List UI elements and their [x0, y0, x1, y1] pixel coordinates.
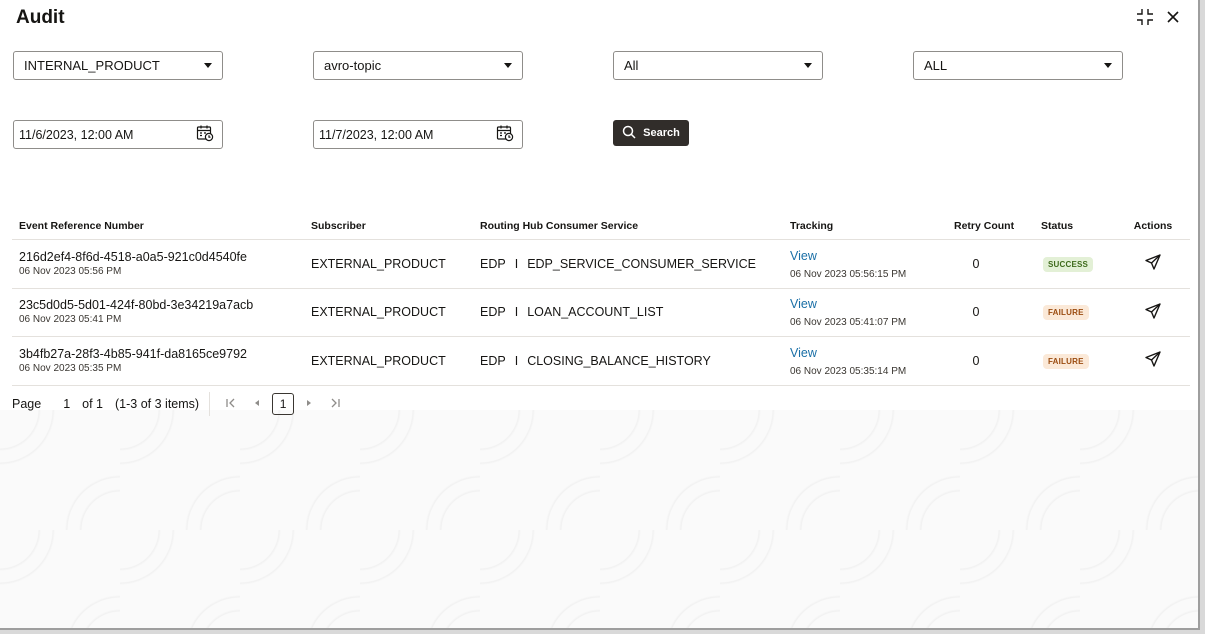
service-separator: I: [514, 353, 519, 368]
table-row[interactable]: 3b4fb27a-28f3-4b85-941f-da8165ce9792 06 …: [12, 337, 1190, 386]
header-subscriber[interactable]: Subscriber: [311, 220, 480, 232]
dialog-title: Audit: [16, 7, 65, 28]
close-icon[interactable]: [1164, 8, 1182, 26]
topic-select[interactable]: avro-topic: [313, 51, 523, 80]
search-button-label: Search: [643, 127, 680, 139]
topic-select-value: avro-topic: [324, 58, 382, 73]
pagination-divider: [209, 392, 211, 416]
page-input[interactable]: 1: [63, 397, 70, 411]
service-prefix: EDP: [480, 256, 506, 271]
filter-select-4-value: ALL: [924, 58, 948, 73]
collapse-icon[interactable]: [1136, 8, 1154, 26]
status-badge: SUCCESS: [1043, 256, 1094, 272]
event-ref: 3b4fb27a-28f3-4b85-941f-da8165ce9792: [19, 346, 247, 361]
event-ref: 216d2ef4-8f6d-4518-a0a5-921c0d4540fe: [19, 249, 247, 264]
tracking-time: 06 Nov 2023 05:41:07 PM: [790, 317, 907, 329]
background-pattern: [0, 410, 1198, 628]
tracking-view-link[interactable]: View: [790, 248, 930, 264]
header-actions: Actions: [1133, 219, 1173, 232]
audit-table: Event Reference Number Subscriber Routin…: [12, 212, 1190, 386]
search-icon: [622, 125, 636, 142]
table-row[interactable]: 216d2ef4-8f6d-4518-a0a5-921c0d4540fe 06 …: [12, 240, 1190, 289]
header-tracking[interactable]: Tracking: [790, 220, 930, 232]
table-header: Event Reference Number Subscriber Routin…: [12, 212, 1190, 240]
service-prefix: EDP: [480, 305, 506, 320]
calendar-icon[interactable]: [196, 124, 214, 145]
from-date-value: 11/6/2023, 12:00 AM: [19, 127, 134, 142]
title-bar: Audit: [0, 0, 1198, 36]
event-ref: 23c5d0d5-5d01-424f-80bd-3e34219a7acb: [19, 298, 254, 313]
filter-select-4[interactable]: ALL: [913, 51, 1123, 80]
chevron-down-icon: [1104, 63, 1112, 68]
header-retry-count[interactable]: Retry Count: [930, 220, 1022, 232]
items-count: (1-3 of 3 items): [115, 397, 200, 411]
to-date-field[interactable]: 11/7/2023, 12:00 AM: [313, 120, 523, 149]
status-badge: FAILURE: [1043, 353, 1089, 369]
page-of-label: of 1: [82, 397, 104, 411]
consumer-service: EDP I LOAN_ACCOUNT_LIST: [480, 305, 790, 319]
tracking-view-link[interactable]: View: [790, 296, 930, 312]
to-date-value: 11/7/2023, 12:00 AM: [319, 127, 434, 142]
chevron-down-icon: [804, 63, 812, 68]
from-date-field[interactable]: 11/6/2023, 12:00 AM: [13, 120, 223, 149]
tracking-view-link[interactable]: View: [790, 345, 930, 361]
product-select[interactable]: INTERNAL_PRODUCT: [13, 51, 223, 80]
service-separator: I: [514, 305, 519, 320]
chevron-down-icon: [504, 63, 512, 68]
subscriber: EXTERNAL_PRODUCT: [311, 353, 446, 368]
retry-count: 0: [972, 256, 980, 271]
retry-count: 0: [972, 353, 980, 368]
filter-select-3-value: All: [624, 58, 639, 73]
first-page-icon[interactable]: [220, 397, 242, 412]
prev-page-icon[interactable]: [246, 397, 268, 411]
event-time: 06 Nov 2023 05:35 PM: [19, 362, 122, 374]
tracking-time: 06 Nov 2023 05:56:15 PM: [790, 268, 907, 280]
pagination: Page 1 of 1 (1-3 of 3 items) 1: [12, 392, 346, 416]
status-badge: FAILURE: [1043, 305, 1089, 321]
subscriber: EXTERNAL_PRODUCT: [311, 305, 446, 320]
send-icon[interactable]: [1145, 351, 1161, 370]
product-select-value: INTERNAL_PRODUCT: [24, 58, 160, 73]
service-separator: I: [514, 256, 519, 271]
subscriber: EXTERNAL_PRODUCT: [311, 256, 446, 271]
service-name: EDP_SERVICE_CONSUMER_SERVICE: [527, 256, 756, 271]
send-icon[interactable]: [1145, 303, 1161, 322]
page-label: Page: [12, 397, 42, 411]
next-page-icon[interactable]: [298, 397, 320, 411]
chevron-down-icon: [204, 63, 212, 68]
header-status[interactable]: Status: [1022, 220, 1116, 232]
header-service[interactable]: Routing Hub Consumer Service: [480, 220, 790, 232]
retry-count: 0: [972, 305, 980, 320]
page-navigation: 1: [220, 393, 346, 415]
service-prefix: EDP: [480, 353, 506, 368]
consumer-service: EDP I CLOSING_BALANCE_HISTORY: [480, 354, 790, 368]
service-name: CLOSING_BALANCE_HISTORY: [527, 353, 711, 368]
table-row[interactable]: 23c5d0d5-5d01-424f-80bd-3e34219a7acb 06 …: [12, 289, 1190, 337]
event-time: 06 Nov 2023 05:41 PM: [19, 314, 122, 326]
header-event-ref[interactable]: Event Reference Number: [12, 220, 311, 232]
event-time: 06 Nov 2023 05:56 PM: [19, 265, 122, 277]
send-icon[interactable]: [1145, 254, 1161, 273]
consumer-service: EDP I EDP_SERVICE_CONSUMER_SERVICE: [480, 257, 790, 271]
audit-dialog: Audit INTERNAL_PRODUCT avro-topic All AL…: [0, 0, 1200, 630]
title-actions: [1136, 8, 1182, 26]
filter-select-3[interactable]: All: [613, 51, 823, 80]
tracking-time: 06 Nov 2023 05:35:14 PM: [790, 365, 907, 377]
current-page-button[interactable]: 1: [272, 393, 295, 415]
last-page-icon[interactable]: [324, 397, 346, 412]
search-button[interactable]: Search: [613, 120, 689, 146]
calendar-icon[interactable]: [496, 124, 514, 145]
service-name: LOAN_ACCOUNT_LIST: [527, 305, 664, 320]
